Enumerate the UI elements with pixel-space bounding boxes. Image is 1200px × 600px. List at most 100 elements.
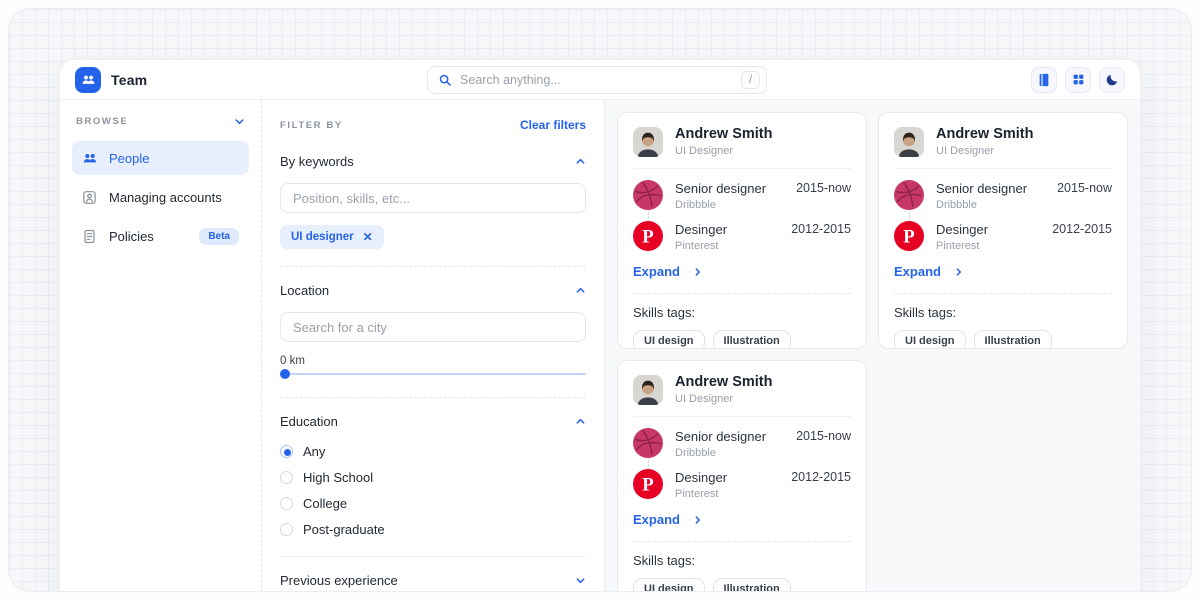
person-role: UI Designer <box>936 145 1033 157</box>
section-divider <box>280 266 586 267</box>
chevron-up-icon <box>575 416 586 427</box>
moon-icon <box>1106 73 1119 86</box>
previous-experience-label: Previous experience <box>280 573 398 588</box>
browse-section-header[interactable]: BROWSE <box>72 116 249 127</box>
app-title: Team <box>111 72 147 88</box>
chevron-right-icon <box>693 267 703 277</box>
bookmarks-button[interactable] <box>1031 67 1057 93</box>
sidebar-item-people[interactable]: People <box>72 141 249 175</box>
location-section-header[interactable]: Location <box>280 283 586 298</box>
beta-badge: Beta <box>199 228 239 245</box>
radio-option-post-graduate[interactable]: Post-graduate <box>280 519 586 539</box>
svg-text:P: P <box>642 227 653 248</box>
book-icon <box>1037 73 1051 87</box>
close-icon[interactable]: ✕ <box>363 230 373 244</box>
pinterest-icon: P <box>633 469 663 499</box>
sidebar-item-label: People <box>109 151 149 166</box>
experience-period: 2012-2015 <box>1052 221 1112 252</box>
expand-label: Expand <box>633 512 680 527</box>
radio-button[interactable] <box>280 471 293 484</box>
app-window: Team / <box>60 60 1140 592</box>
dribbble-icon <box>633 428 663 458</box>
app-header: Team / <box>60 60 1140 100</box>
chevron-down-icon <box>575 575 586 586</box>
keywords-section-header[interactable]: By keywords <box>280 154 586 169</box>
section-divider <box>280 397 586 398</box>
dark-mode-button[interactable] <box>1099 67 1125 93</box>
skill-tag: UI design <box>633 578 705 592</box>
experience-period: 2015-now <box>796 428 851 459</box>
radio-option-high-school[interactable]: High School <box>280 467 586 487</box>
avatar <box>633 127 663 157</box>
skill-tag: Illustration <box>974 330 1052 349</box>
pinterest-icon: P <box>633 221 663 251</box>
chevron-right-icon <box>693 515 703 525</box>
slider-thumb[interactable] <box>280 369 290 379</box>
divider <box>894 168 1112 169</box>
experience-title: Desinger <box>675 222 779 237</box>
person-role: UI Designer <box>675 145 772 157</box>
radio-button[interactable] <box>280 523 293 536</box>
radio-button[interactable] <box>280 445 293 458</box>
experience-row: Senior designer Dribbble 2015-now <box>894 180 1112 211</box>
skills-label: Skills tags: <box>633 553 851 568</box>
experience-company: Dribbble <box>675 447 784 459</box>
education-section-label: Education <box>280 414 338 429</box>
experience-row: Senior designer Dribbble 2015-now <box>633 180 851 211</box>
expand-button[interactable]: Expand <box>633 264 703 279</box>
radio-button[interactable] <box>280 497 293 510</box>
experience-row: P Desinger Pinterest 2012-2015 <box>894 221 1112 252</box>
expand-button[interactable]: Expand <box>894 264 964 279</box>
keywords-input[interactable] <box>280 183 586 213</box>
expand-button[interactable]: Expand <box>633 512 703 527</box>
chevron-up-icon <box>575 285 586 296</box>
radio-option-any[interactable]: Any <box>280 441 586 461</box>
experience-company: Pinterest <box>675 240 779 252</box>
city-search-input[interactable] <box>280 312 586 342</box>
avatar <box>894 127 924 157</box>
sidebar-item-policies[interactable]: Policies Beta <box>72 219 249 253</box>
person-card: Andrew Smith UI Designer <box>617 360 867 592</box>
keyword-chip-ui-designer[interactable]: UI designer ✕ <box>280 225 384 249</box>
avatar <box>633 375 663 405</box>
experience-period: 2012-2015 <box>791 221 851 252</box>
search-bar[interactable]: / <box>427 66 767 94</box>
page-background: Team / <box>8 8 1192 592</box>
sidebar: BROWSE People <box>60 100 262 592</box>
experience-period: 2015-now <box>796 180 851 211</box>
person-name: Andrew Smith <box>675 374 772 390</box>
radio-option-college[interactable]: College <box>280 493 586 513</box>
experience-title: Desinger <box>936 222 1040 237</box>
search-input[interactable] <box>460 73 733 87</box>
person-card: Andrew Smith UI Designer <box>878 112 1128 349</box>
apps-grid-button[interactable] <box>1065 67 1091 93</box>
experience-title: Senior designer <box>675 181 784 196</box>
previous-experience-section-header[interactable]: Previous experience <box>280 573 586 588</box>
clear-filters-link[interactable]: Clear filters <box>520 118 586 132</box>
distance-value-label: 0 km <box>280 355 586 367</box>
pinterest-icon: P <box>894 221 924 251</box>
experience-period: 2015-now <box>1057 180 1112 211</box>
header-actions <box>1031 67 1125 93</box>
svg-text:P: P <box>903 227 914 248</box>
skill-tag: Illustration <box>713 578 791 592</box>
chevron-up-icon <box>575 156 586 167</box>
experience-company: Dribbble <box>675 199 784 211</box>
distance-slider[interactable] <box>280 373 586 375</box>
skill-tag: Illustration <box>713 330 791 349</box>
skill-tag: UI design <box>894 330 966 349</box>
experience-company: Pinterest <box>936 240 1040 252</box>
document-icon <box>82 229 98 244</box>
experience-company: Dribbble <box>936 199 1045 211</box>
experience-title: Desinger <box>675 470 779 485</box>
sidebar-item-managing-accounts[interactable]: Managing accounts <box>72 180 249 214</box>
divider <box>894 293 1112 294</box>
person-name: Andrew Smith <box>936 126 1033 142</box>
education-section-header[interactable]: Education <box>280 414 586 429</box>
experience-row: P Desinger Pinterest 2012-2015 <box>633 221 851 252</box>
location-section-label: Location <box>280 283 329 298</box>
experience-title: Senior designer <box>936 181 1045 196</box>
filter-by-label: FILTER BY <box>280 120 343 131</box>
svg-text:P: P <box>642 475 653 496</box>
keyword-chip-label: UI designer <box>291 231 354 243</box>
